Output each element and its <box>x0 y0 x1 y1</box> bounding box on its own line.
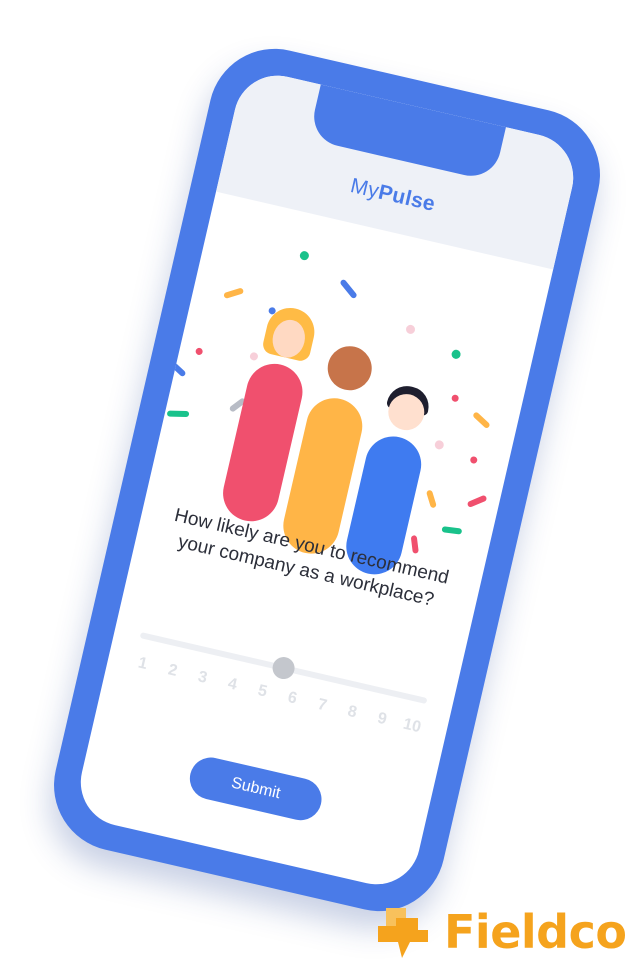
scale-tick-5[interactable]: 5 <box>249 680 276 703</box>
confetti-bar <box>410 535 419 554</box>
logo-wordmark: Fieldco <box>444 905 627 959</box>
confetti-dot <box>194 347 204 356</box>
confetti-bar <box>223 287 245 300</box>
confetti-dot <box>450 348 462 360</box>
confetti-dot <box>450 394 460 403</box>
app-title-bold: Pulse <box>376 180 438 216</box>
confetti-bar <box>472 411 491 430</box>
scale-tick-4[interactable]: 4 <box>219 674 246 697</box>
confetti-dot <box>405 324 416 335</box>
confetti-bar <box>167 410 190 417</box>
logo-mark-icon <box>378 908 428 958</box>
confetti-dot <box>433 439 445 451</box>
head <box>323 341 377 395</box>
scale-tick-6[interactable]: 6 <box>279 687 306 710</box>
confetti-dot <box>469 455 478 465</box>
scale-tick-8[interactable]: 8 <box>338 701 365 724</box>
confetti-bar <box>425 489 437 509</box>
confetti-bar <box>339 278 358 300</box>
scale-tick-7[interactable]: 7 <box>308 694 335 717</box>
slider-thumb[interactable] <box>270 654 297 682</box>
confetti-bar <box>441 526 463 535</box>
stage: MyPulse How likely are you to recommend … <box>0 0 635 972</box>
scale-tick-2[interactable]: 2 <box>159 660 186 683</box>
phone-mockup: MyPulse How likely are you to recommend … <box>40 35 614 925</box>
fieldco-logo: Fieldco <box>372 900 632 970</box>
confetti-dot <box>298 250 310 262</box>
scale-tick-10[interactable]: 10 <box>398 715 425 738</box>
confetti-bar <box>466 494 488 508</box>
scale-tick-9[interactable]: 9 <box>368 708 395 731</box>
rating-slider[interactable]: 1 2 3 4 5 6 7 8 9 10 <box>127 624 429 758</box>
scale-tick-1[interactable]: 1 <box>129 653 156 676</box>
submit-button[interactable]: Submit <box>185 753 326 825</box>
scale-tick-3[interactable]: 3 <box>189 667 216 690</box>
confetti-dot <box>249 351 259 362</box>
